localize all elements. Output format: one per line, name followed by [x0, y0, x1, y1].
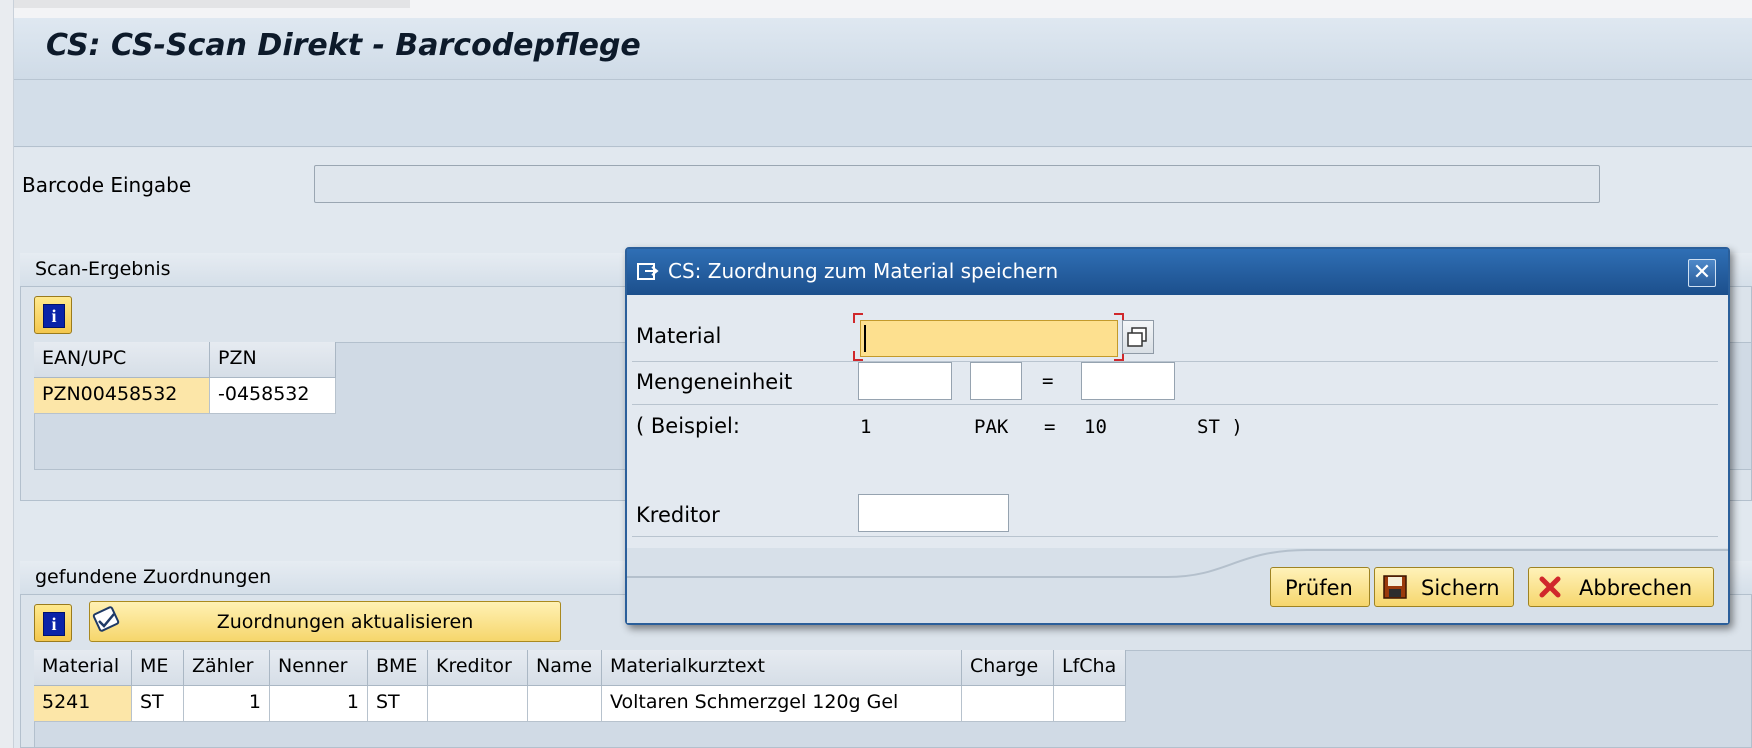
quantity-input[interactable]: [858, 362, 952, 400]
focus-bracket-tl: [853, 313, 863, 323]
column-header-ean[interactable]: EAN/UPC: [34, 342, 210, 378]
cancel-button[interactable]: Abbrechen: [1528, 567, 1714, 607]
cell-bme[interactable]: ST: [368, 686, 428, 722]
cell-pzn[interactable]: -0458532: [210, 378, 336, 414]
value-help-button[interactable]: [1122, 320, 1154, 354]
vendor-input[interactable]: [858, 494, 1009, 532]
cell-ean[interactable]: PZN00458532: [34, 378, 210, 414]
column-header-me[interactable]: ME: [132, 650, 184, 686]
scan-result-title: Scan-Ergebnis: [35, 258, 171, 280]
column-header-materialkurztext[interactable]: Materialkurztext: [602, 650, 962, 686]
found-info-button[interactable]: i: [34, 604, 72, 642]
equals-sign: =: [1042, 370, 1054, 392]
cell-charge[interactable]: [962, 686, 1054, 722]
floppy-disk-icon: [1383, 575, 1407, 599]
scan-info-button[interactable]: i: [34, 296, 72, 334]
example-qty2: 10: [1084, 416, 1107, 438]
save-button-label: Sichern: [1421, 576, 1500, 600]
example-unit2: ST ): [1197, 416, 1243, 438]
check-button-label: Prüfen: [1285, 576, 1353, 600]
cancel-button-label: Abbrechen: [1579, 576, 1693, 600]
cell-material[interactable]: 5241: [34, 686, 132, 722]
example-unit: PAK: [974, 416, 1009, 438]
material-input[interactable]: [860, 320, 1118, 357]
row-separator: [632, 404, 1718, 405]
save-button[interactable]: Sichern: [1374, 567, 1514, 607]
example-qty: 1: [860, 416, 872, 438]
window-top-strip-shade: [0, 0, 410, 8]
column-header-material[interactable]: Material: [34, 650, 132, 686]
screen-title: CS: CS-Scan Direkt - Barcodepflege: [46, 28, 641, 63]
info-icon: i: [43, 304, 65, 328]
cell-me[interactable]: ST: [132, 686, 184, 722]
close-icon[interactable]: ✕: [1688, 259, 1716, 287]
unit-label: Mengeneinheit: [636, 370, 793, 394]
application-toolbar: [14, 80, 1752, 147]
dialog-icon: [637, 263, 659, 280]
column-header-lfcha[interactable]: LfCha: [1054, 650, 1126, 686]
window-left-edge: [0, 0, 14, 748]
cell-zaehler[interactable]: 1: [184, 686, 270, 722]
row-separator: [632, 361, 1718, 362]
cell-lfcha[interactable]: [1054, 686, 1126, 722]
alt-unit-input[interactable]: [970, 362, 1022, 400]
info-icon: i: [43, 612, 65, 636]
update-assignments-label: Zuordnungen aktualisieren: [216, 611, 474, 633]
barcode-label: Barcode Eingabe: [22, 173, 192, 197]
column-header-name[interactable]: Name: [528, 650, 602, 686]
cell-name[interactable]: [528, 686, 602, 722]
dialog-title: CS: Zuordnung zum Material speichern: [668, 259, 1059, 283]
cell-kreditor[interactable]: [428, 686, 528, 722]
found-assignments-title: gefundene Zuordnungen: [35, 566, 272, 588]
check-button[interactable]: Prüfen: [1270, 567, 1370, 607]
column-header-nenner[interactable]: Nenner: [270, 650, 368, 686]
row-separator: [632, 536, 1718, 537]
column-header-pzn[interactable]: PZN: [210, 342, 336, 378]
cell-materialkurztext[interactable]: Voltaren Schmerzgel 120g Gel: [602, 686, 962, 722]
column-header-kreditor[interactable]: Kreditor: [428, 650, 528, 686]
column-header-zaehler[interactable]: Zähler: [184, 650, 270, 686]
column-header-charge[interactable]: Charge: [962, 650, 1054, 686]
text-cursor: [864, 325, 866, 352]
refresh-icon: [92, 606, 120, 632]
red-x-icon: [1539, 576, 1561, 598]
column-header-bme[interactable]: BME: [368, 650, 428, 686]
value-help-icon: [1127, 327, 1147, 347]
cell-nenner[interactable]: 1: [270, 686, 368, 722]
material-label: Material: [636, 324, 722, 348]
example-prefix: ( Beispiel:: [636, 414, 740, 438]
vendor-label: Kreditor: [636, 503, 720, 527]
example-equals: =: [1044, 416, 1056, 438]
barcode-input[interactable]: [314, 165, 1600, 203]
focus-bracket-bl: [853, 351, 863, 361]
base-quantity-input[interactable]: [1081, 362, 1175, 400]
